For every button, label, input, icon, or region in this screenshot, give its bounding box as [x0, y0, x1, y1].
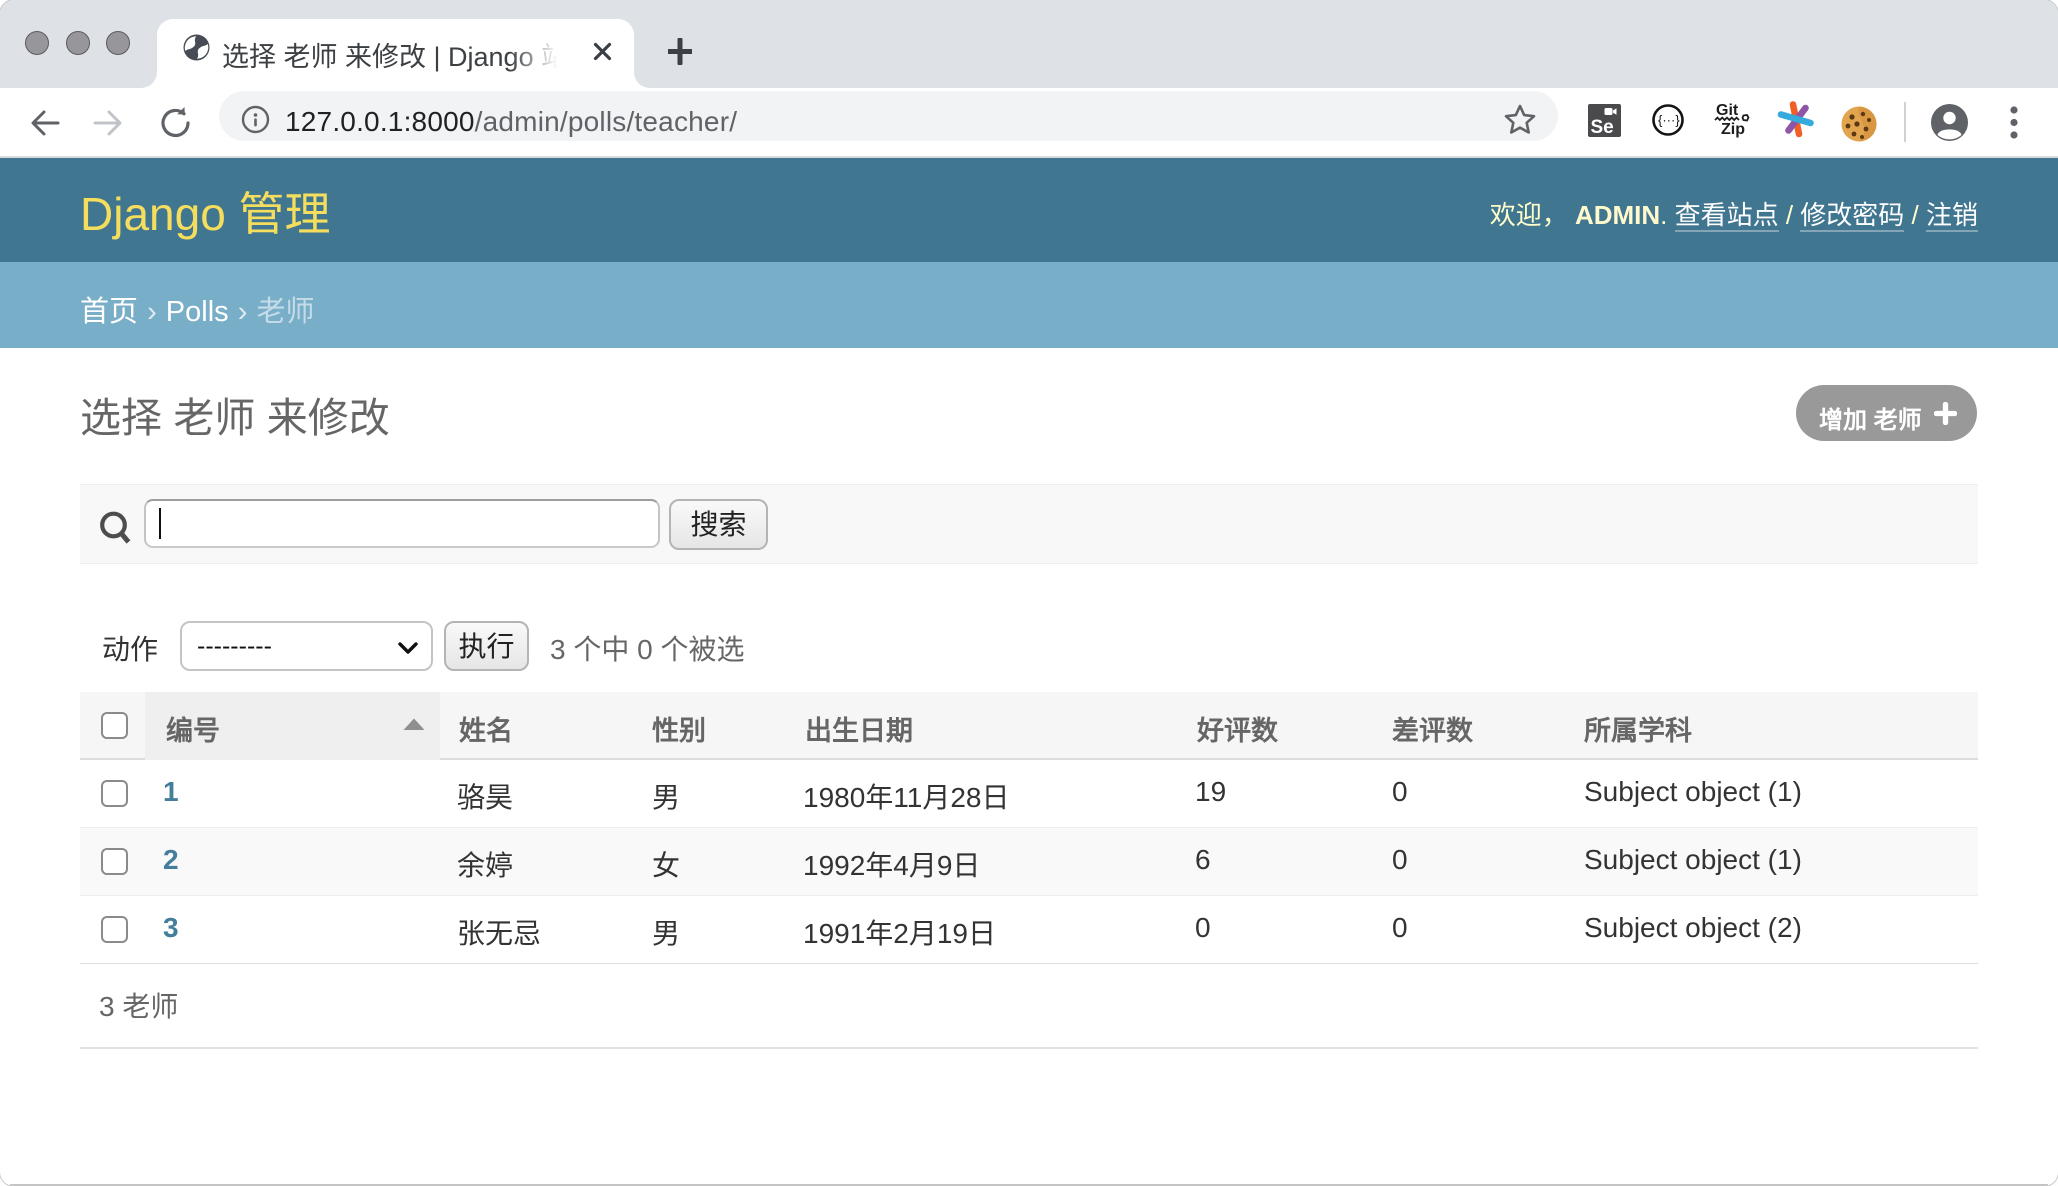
svg-text:Git: Git	[1716, 102, 1739, 119]
svg-text:Se: Se	[1591, 117, 1614, 137]
svg-text:{···}: {···}	[1658, 113, 1680, 128]
svg-text:Zip: Zip	[1721, 121, 1745, 138]
